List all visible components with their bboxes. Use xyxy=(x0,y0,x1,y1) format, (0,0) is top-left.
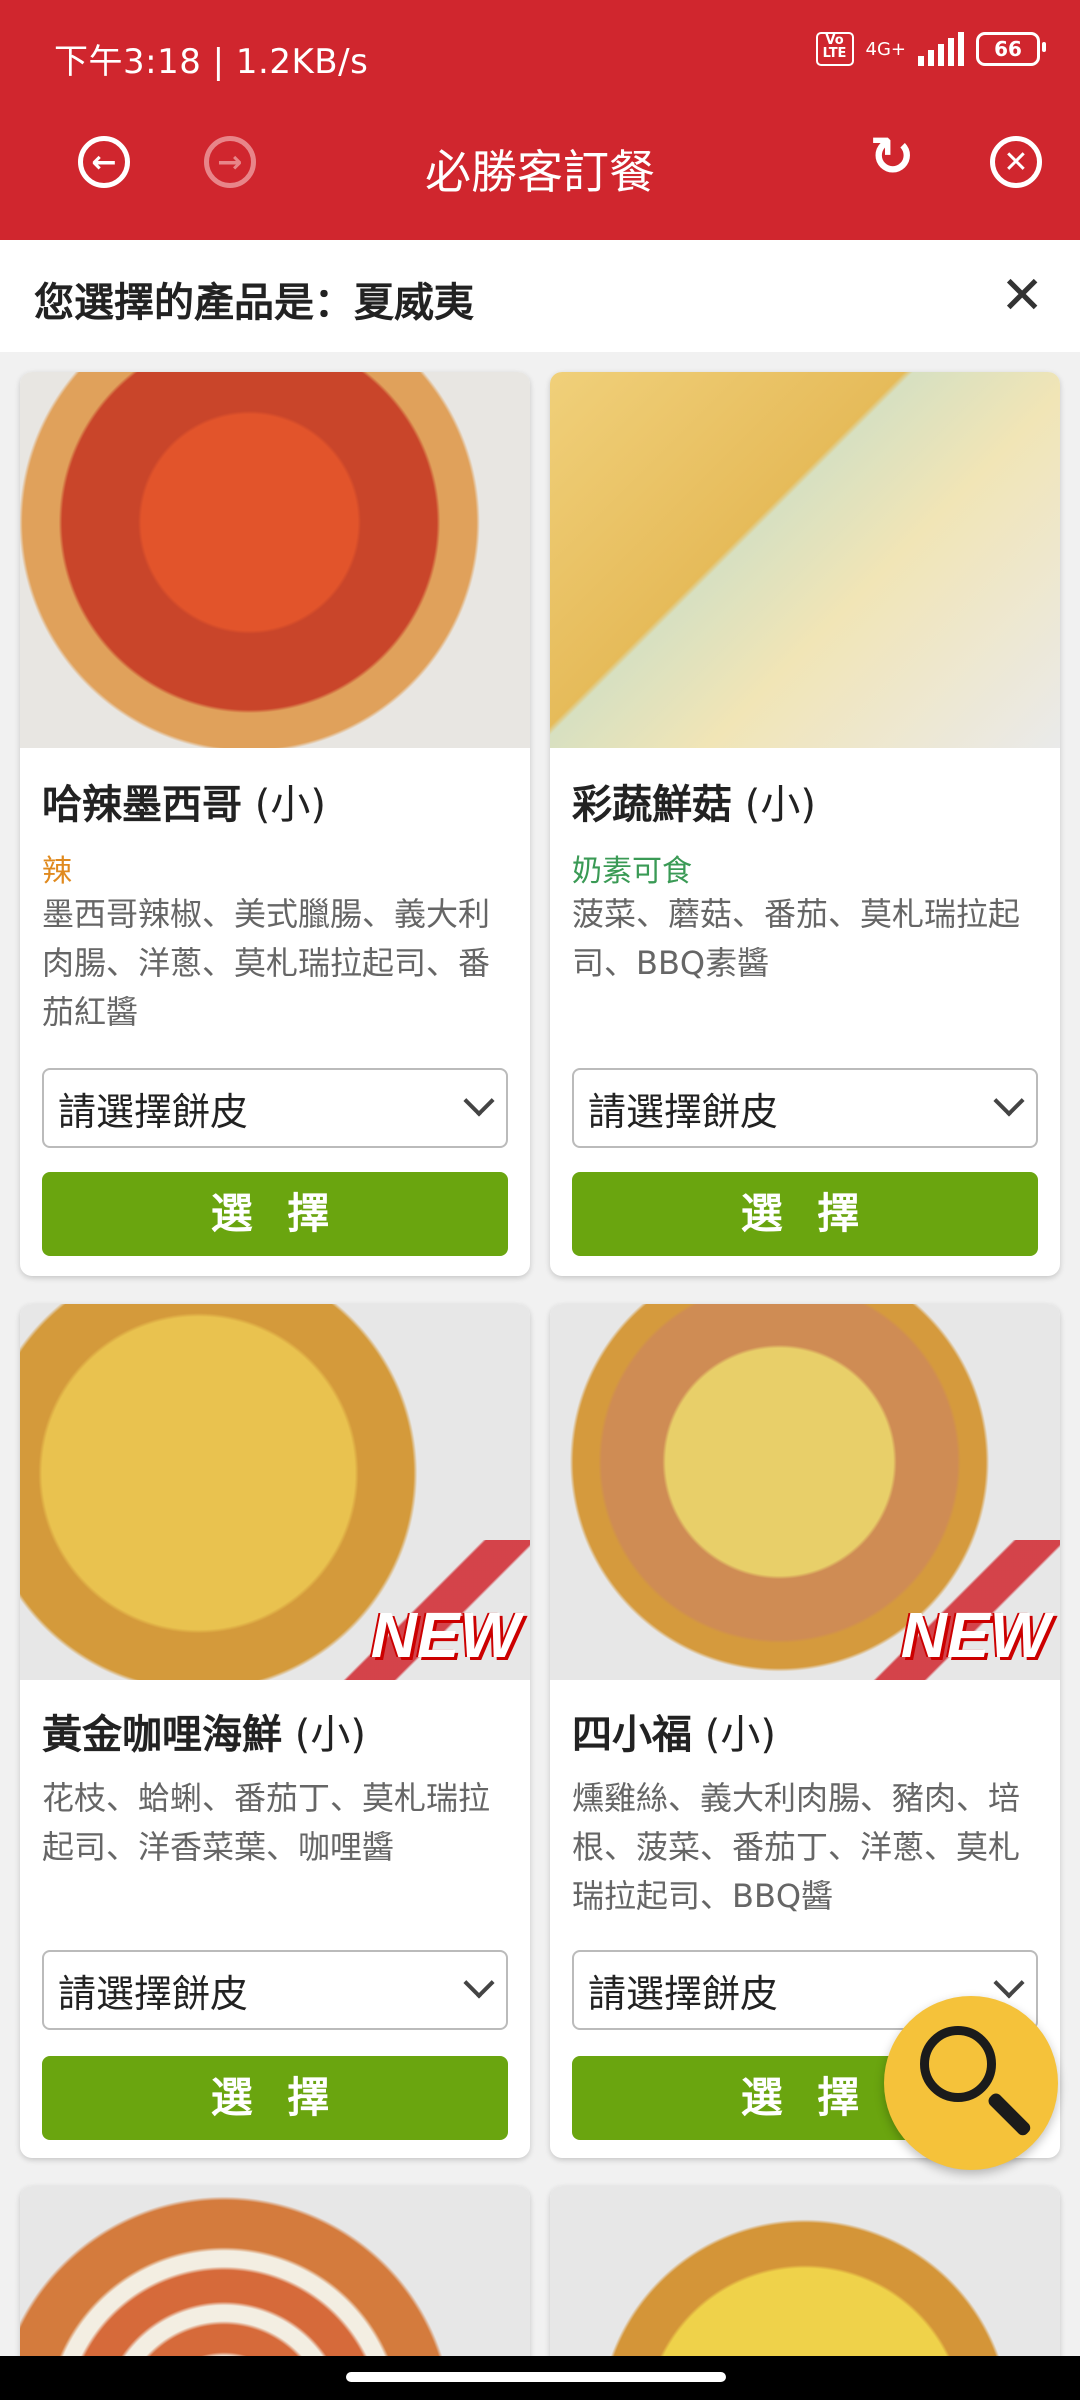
app-header: 下午3:18 | 1.2KB/s Vo LTE 4G+ 66 ← → 必勝客訂餐… xyxy=(0,0,1080,240)
signal-icon xyxy=(918,32,964,66)
selected-product-text: 您選擇的產品是：夏威夷 xyxy=(34,280,474,326)
product-card: 彩蔬鮮菇 (小) 奶素可食 菠菜、蘑菇、番茄、莫札瑞拉起司、BBQ素醬 請選擇餅… xyxy=(550,372,1060,1276)
product-name: 四小福 (小) xyxy=(572,1712,776,1758)
close-icon[interactable]: ✕ xyxy=(990,136,1042,188)
home-indicator[interactable] xyxy=(346,2372,726,2382)
product-description: 花枝、蛤蜊、番茄丁、莫札瑞拉起司、洋香菜葉、咖哩醬 xyxy=(42,1779,491,1866)
product-description: 菠菜、蘑菇、番茄、莫札瑞拉起司、BBQ素醬 xyxy=(572,895,1021,982)
new-badge: NEW xyxy=(370,1599,520,1671)
product-card: NEW 黃金咖哩海鮮 (小) 花枝、蛤蜊、番茄丁、莫札瑞拉起司、洋香菜葉、咖哩醬… xyxy=(20,1304,530,2158)
new-badge: NEW xyxy=(900,1599,1050,1671)
pizza-image xyxy=(20,372,530,748)
product-card: 哈辣墨西哥 (小) 辣 墨西哥辣椒、美式臘腸、義大利肉腸、洋蔥、莫札瑞拉起司、番… xyxy=(20,372,530,1276)
select-button[interactable]: 選 擇 xyxy=(42,2056,508,2140)
page-title: 必勝客訂餐 xyxy=(425,145,655,199)
pizza-image: NEW xyxy=(20,1304,530,1680)
pizza-image xyxy=(550,372,1060,748)
battery-icon: 66 xyxy=(976,32,1046,66)
select-button[interactable]: 選 擇 xyxy=(42,1172,508,1256)
search-icon-handle xyxy=(986,2091,1033,2138)
system-nav-bar xyxy=(0,2356,1080,2400)
crust-select[interactable]: 請選擇餅皮 xyxy=(42,1950,508,2030)
chevron-down-icon xyxy=(463,1085,495,1117)
pizza-image: NEW xyxy=(550,1304,1060,1680)
refresh-icon[interactable]: ↻ xyxy=(866,125,918,188)
select-button[interactable]: 選 擇 xyxy=(572,1172,1038,1256)
crust-select[interactable]: 請選擇餅皮 xyxy=(42,1068,508,1148)
chevron-down-icon xyxy=(993,1085,1025,1117)
network-label: 4G+ xyxy=(865,38,906,60)
status-time: 下午3:18 | 1.2KB/s xyxy=(54,42,369,82)
volte-icon: Vo LTE xyxy=(815,32,854,66)
selection-close-icon[interactable]: ✕ xyxy=(1000,266,1044,326)
search-fab-button[interactable] xyxy=(884,1996,1058,2170)
product-description: 燻雞絲、義大利肉腸、豬肉、培根、菠菜、番茄丁、洋蔥、莫札瑞拉起司、BBQ醬 xyxy=(572,1779,1021,1915)
search-icon xyxy=(920,2026,996,2102)
product-tag: 辣 xyxy=(42,854,72,889)
chevron-down-icon xyxy=(993,1967,1025,1999)
product-description: 墨西哥辣椒、美式臘腸、義大利肉腸、洋蔥、莫札瑞拉起司、番茄紅醬 xyxy=(42,895,491,1031)
product-name: 哈辣墨西哥 (小) xyxy=(42,782,326,828)
chevron-down-icon xyxy=(463,1967,495,1999)
crust-select[interactable]: 請選擇餅皮 xyxy=(572,1068,1038,1148)
status-icons: Vo LTE 4G+ 66 xyxy=(815,32,1046,66)
product-name: 彩蔬鮮菇 (小) xyxy=(572,782,816,828)
product-tag: 奶素可食 xyxy=(572,854,692,889)
product-name: 黃金咖哩海鮮 (小) xyxy=(42,1712,366,1758)
selection-bar: 您選擇的產品是：夏威夷 ✕ xyxy=(0,240,1080,352)
